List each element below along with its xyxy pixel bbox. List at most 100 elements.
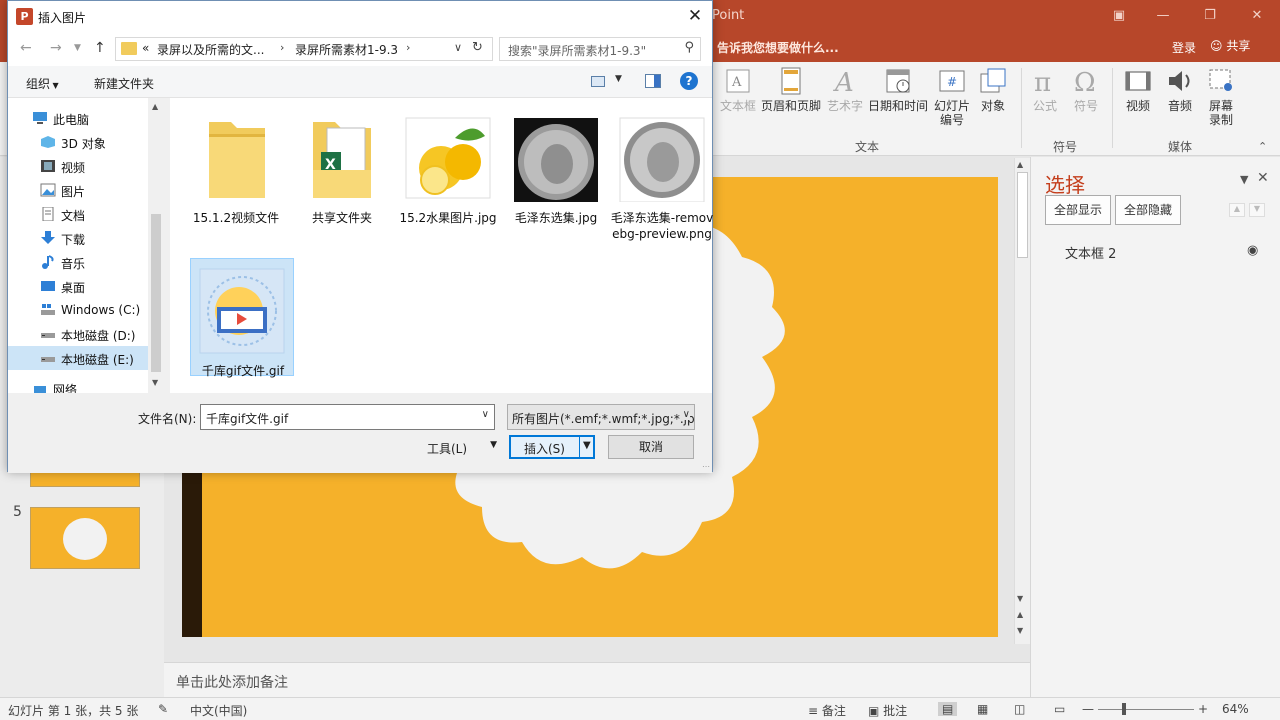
file-item[interactable]: 毛泽东选集-removebg-preview.png <box>610 106 714 241</box>
collapse-ribbon-icon[interactable]: ⌃ <box>1258 140 1267 153</box>
powerpoint-logo-icon: P <box>16 8 33 25</box>
notes-pane[interactable]: 单击此处添加备注 <box>164 662 1030 697</box>
share-button[interactable]: ☺ 共享 <box>1210 37 1250 54</box>
next-slide-icon[interactable]: ▼ <box>1017 626 1023 635</box>
previous-slide-icon[interactable]: ▲ <box>1017 610 1023 619</box>
recent-locations-icon[interactable]: ▼ <box>74 43 81 53</box>
reading-view-icon[interactable]: ◫ <box>1014 702 1025 716</box>
slide-sorter-icon[interactable]: ▦ <box>977 702 988 716</box>
filename-input[interactable]: 千库gif文件.gif ∨ <box>200 404 495 430</box>
slide-vertical-scrollbar[interactable]: ▲ ▼ ▲ ▼ <box>1014 158 1030 644</box>
zoom-out-icon[interactable]: — <box>1082 702 1094 716</box>
breadcrumb-parent[interactable]: 录屏以及所需的文... <box>157 41 264 58</box>
breadcrumb-overflow[interactable]: « <box>142 41 149 55</box>
nav-item-drive-e[interactable]: 本地磁盘 (E:) <box>8 346 148 370</box>
close-window-icon[interactable]: ✕ <box>1246 6 1268 26</box>
address-bar[interactable]: « 录屏以及所需的文... › 录屏所需素材1-9.3 › ∨ ↻ <box>115 37 493 61</box>
file-item[interactable]: 15.2水果图片.jpg <box>396 106 500 225</box>
file-item-selected[interactable]: 千库gif文件.gif <box>190 258 294 378</box>
new-folder-button[interactable]: 新建文件夹 <box>94 75 154 92</box>
screen-record-button[interactable]: 屏幕 录制 <box>1203 66 1239 127</box>
nav-item-documents[interactable]: 文档 <box>8 202 148 226</box>
login-link[interactable]: 登录 <box>1172 39 1196 56</box>
back-arrow-icon[interactable]: ← <box>20 40 32 56</box>
nav-item-network[interactable]: 网络 <box>8 378 148 393</box>
zoom-slider[interactable] <box>1098 709 1194 710</box>
scroll-down-icon[interactable]: ▼ <box>1017 594 1023 603</box>
scrollbar-thumb[interactable] <box>151 214 161 372</box>
slide-thumbnail-5[interactable] <box>30 507 140 569</box>
show-all-button[interactable]: 全部显示 <box>1045 195 1112 225</box>
view-mode-icon[interactable] <box>591 76 605 87</box>
forward-arrow-icon[interactable]: → <box>50 40 62 56</box>
up-arrow-icon[interactable]: ↑ <box>94 40 106 56</box>
hide-all-button[interactable]: 全部隐藏 <box>1115 195 1182 225</box>
search-placeholder: 搜索"录屏所需素材1-9.3" <box>508 44 647 58</box>
slide-number-button[interactable]: # 幻灯片 编号 <box>933 66 971 127</box>
symbol-button[interactable]: Ω 符号 <box>1069 66 1103 113</box>
nav-item-desktop[interactable]: 桌面 <box>8 274 148 298</box>
file-type-select[interactable]: 所有图片(*.emf;*.wmf;*.jpg;*.jpeg;*.png) ∨ <box>507 404 695 430</box>
file-item[interactable]: 毛泽东选集.jpg <box>504 106 608 225</box>
scroll-up-icon[interactable]: ▲ <box>1017 160 1023 169</box>
visibility-eye-icon[interactable]: ◉ <box>1247 243 1258 258</box>
nav-item-drive-c[interactable]: Windows (C:) <box>8 298 148 322</box>
view-mode-dropdown-icon[interactable]: ▼ <box>615 74 622 84</box>
refresh-icon[interactable]: ↻ <box>472 40 483 55</box>
scroll-down-icon[interactable]: ▼ <box>152 378 158 387</box>
date-time-button[interactable]: 日期和时间 <box>867 66 929 113</box>
file-item[interactable]: X 共享文件夹 <box>290 106 394 225</box>
notes-toggle[interactable]: ≡ 备注 <box>808 702 846 719</box>
cancel-button[interactable]: 取消 <box>608 435 694 459</box>
tell-me-input[interactable]: 告诉我您想要做什么... <box>717 39 839 56</box>
nav-item-this-pc[interactable]: 此电脑 <box>8 106 148 130</box>
ribbon-display-options-icon[interactable]: ▣ <box>1108 6 1130 26</box>
restore-icon[interactable]: ❐ <box>1199 6 1221 26</box>
zoom-slider-thumb[interactable] <box>1122 703 1126 715</box>
header-footer-button[interactable]: 页眉和页脚 <box>760 66 822 113</box>
wordart-button[interactable]: A 艺术字 <box>826 66 864 113</box>
object-button[interactable]: 对象 <box>975 66 1011 113</box>
minimize-icon[interactable]: — <box>1152 6 1174 26</box>
file-item[interactable]: 15.1.2视频文件 <box>184 106 288 225</box>
nav-item-videos[interactable]: 视频 <box>8 154 148 178</box>
video-button[interactable]: 视频 <box>1120 66 1156 113</box>
zoom-level[interactable]: 64% <box>1222 702 1249 716</box>
nav-item-music[interactable]: 音乐 <box>8 250 148 274</box>
textbox-button[interactable]: A 文本框 <box>718 66 758 113</box>
language-status[interactable]: 中文(中国) <box>190 702 247 719</box>
nav-item-pictures[interactable]: 图片 <box>8 178 148 202</box>
navigation-scrollbar[interactable]: ▲ ▼ <box>148 98 164 393</box>
breadcrumb-current[interactable]: 录屏所需素材1-9.3 <box>295 41 398 58</box>
pane-options-icon[interactable]: ▼ <box>1240 173 1248 186</box>
address-dropdown-icon[interactable]: ∨ <box>454 41 462 54</box>
dialog-close-icon[interactable]: ✕ <box>684 5 706 27</box>
preview-pane-icon[interactable] <box>645 74 661 88</box>
zoom-in-icon[interactable]: + <box>1198 702 1208 716</box>
insert-button[interactable]: 插入(S) ▼ <box>509 435 595 459</box>
insert-dropdown-icon[interactable]: ▼ <box>583 440 591 451</box>
slideshow-icon[interactable]: ▭ <box>1054 702 1065 716</box>
spellcheck-icon[interactable]: ✎ <box>158 702 168 716</box>
chevron-down-icon[interactable]: ∨ <box>482 409 489 420</box>
audio-button[interactable]: 音频 <box>1162 66 1198 113</box>
bring-forward-icon[interactable]: ▲ <box>1229 203 1245 217</box>
breadcrumb-chevron-icon[interactable]: › <box>406 41 410 54</box>
organize-button[interactable]: 组织 ▼ <box>26 75 59 92</box>
search-box[interactable]: 搜索"录屏所需素材1-9.3" ⚲ <box>499 37 701 61</box>
pane-close-icon[interactable]: ✕ <box>1257 170 1269 186</box>
scrollbar-thumb[interactable] <box>1017 172 1028 258</box>
scroll-up-icon[interactable]: ▲ <box>152 102 158 111</box>
normal-view-icon[interactable]: ▤ <box>938 702 958 716</box>
selection-item[interactable]: 文本框 2 <box>1065 243 1116 262</box>
nav-item-downloads[interactable]: 下载 <box>8 226 148 250</box>
comments-toggle[interactable]: ▣ 批注 <box>868 702 907 719</box>
help-icon[interactable]: ? <box>680 72 698 90</box>
nav-item-3d-objects[interactable]: 3D 对象 <box>8 130 148 154</box>
equation-button[interactable]: π 公式 <box>1028 66 1062 113</box>
breadcrumb-chevron-icon[interactable]: › <box>280 41 284 54</box>
resize-grip-icon[interactable]: ⋯ <box>702 462 710 471</box>
nav-item-drive-d[interactable]: 本地磁盘 (D:) <box>8 322 148 346</box>
send-backward-icon[interactable]: ▼ <box>1249 203 1265 217</box>
tools-button[interactable]: 工具(L) ▼ <box>417 435 497 459</box>
